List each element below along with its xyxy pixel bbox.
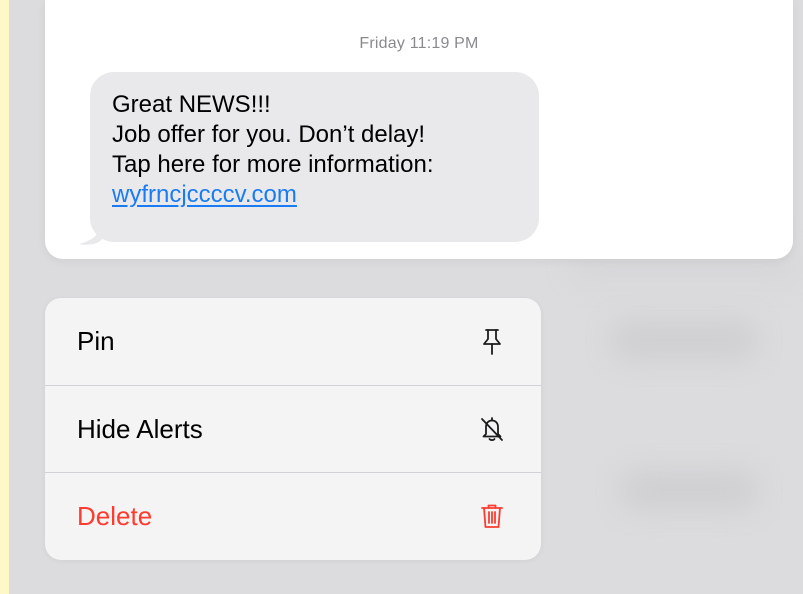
message-timestamp: Friday 11:19 PM xyxy=(359,35,479,52)
menu-item-label: Hide Alerts xyxy=(77,413,203,444)
screen: Friday 11:19 PM Great NEWS!!! Job offer … xyxy=(9,0,803,594)
menu-item-hide-alerts[interactable]: Hide Alerts xyxy=(45,385,541,472)
menu-item-label: Delete xyxy=(77,500,153,531)
message-link[interactable]: wyfrncjccccv.com xyxy=(112,180,433,210)
message-line: Tap here for more information: xyxy=(112,151,434,178)
background-blur xyxy=(619,470,759,510)
message-bubble[interactable]: Great NEWS!!! Job offer for you. Don’t d… xyxy=(90,72,539,242)
message-line: Great NEWS!!! xyxy=(112,91,271,118)
message-preview-card: Friday 11:19 PM Great NEWS!!! Job offer … xyxy=(45,0,793,259)
trash-icon xyxy=(477,501,507,531)
menu-item-delete[interactable]: Delete xyxy=(45,472,541,559)
pin-icon xyxy=(477,327,507,357)
context-menu: Pin Hide Alerts Delete xyxy=(45,298,541,560)
bell-slash-icon xyxy=(477,414,507,444)
background-blur xyxy=(609,320,759,360)
menu-item-label: Pin xyxy=(77,326,115,356)
menu-item-pin[interactable]: Pin xyxy=(45,298,541,385)
message-body: Great NEWS!!! Job offer for you. Don’t d… xyxy=(112,90,433,210)
message-line: Job offer for you. Don’t delay! xyxy=(112,121,426,148)
